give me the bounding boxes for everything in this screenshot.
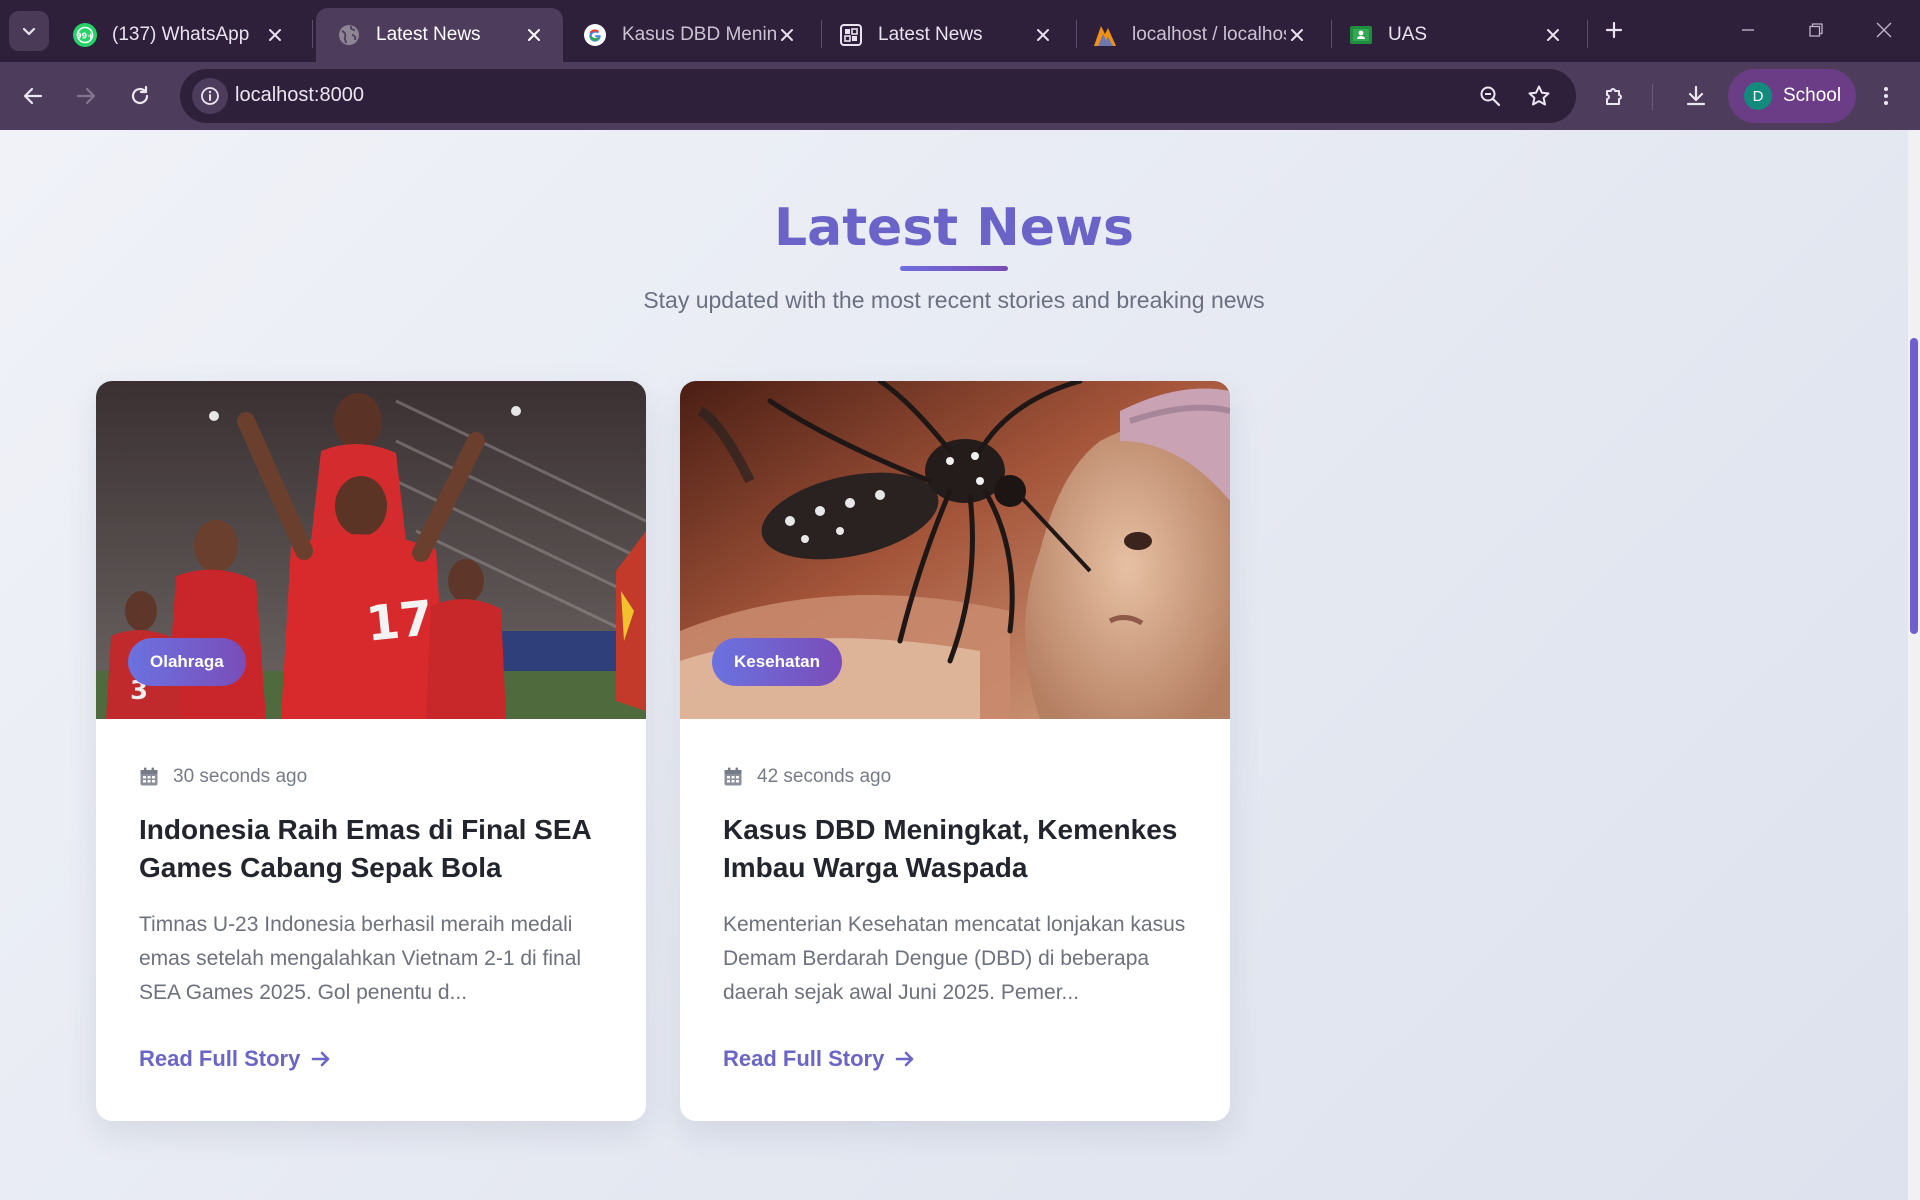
tab-title: Latest News (376, 24, 481, 45)
tab-title: localhost / localhost (1132, 24, 1286, 45)
close-icon[interactable] (523, 24, 545, 46)
restore-button[interactable] (1788, 8, 1844, 52)
svg-text:17: 17 (363, 590, 435, 653)
news-image-mosquito[interactable]: Kesehatan (680, 381, 1230, 719)
plus-icon (1605, 21, 1623, 39)
puzzle-icon (1606, 88, 1622, 105)
chevron-down-icon (22, 27, 36, 36)
page-title: Latest News (773, 198, 1135, 258)
close-icon[interactable] (1286, 24, 1308, 46)
tab-phpmyadmin[interactable]: localhost / localhost (1072, 8, 1326, 62)
more-vertical-icon (1884, 87, 1888, 105)
bookmark-button[interactable] (1519, 76, 1559, 116)
globe-icon (336, 22, 362, 48)
classroom-icon (1348, 22, 1374, 48)
whatsapp-icon: 99+ (72, 22, 98, 48)
tab-uas[interactable]: UAS (1328, 8, 1582, 62)
tab-title: (137) WhatsApp (112, 24, 250, 45)
reload-icon (131, 85, 149, 105)
arrow-right-icon (896, 1051, 914, 1067)
star-icon (1528, 85, 1550, 106)
page-scrollbar[interactable] (1908, 130, 1920, 1200)
tab-title: Latest News (878, 24, 983, 45)
close-icon[interactable] (776, 24, 798, 46)
news-image-football[interactable]: 17 3 Olahraga (96, 381, 646, 719)
tab-latest-news[interactable]: Latest News (818, 8, 1072, 62)
toolbar-divider (1652, 84, 1653, 110)
page-grid-icon (838, 22, 864, 48)
minimize-icon (1742, 29, 1754, 31)
extensions-button[interactable] (1595, 76, 1635, 116)
browser-toolbar: localhost:8000 D School (0, 62, 1920, 130)
arrow-right-icon (76, 87, 96, 105)
arrow-right-icon (312, 1051, 330, 1067)
article-excerpt: Kementerian Kesehatan mencatat lonjakan … (723, 913, 1186, 1004)
restore-icon (1809, 23, 1823, 37)
arrow-left-icon (23, 87, 43, 105)
calendar-icon (140, 767, 158, 786)
tab-google-search[interactable]: Kasus DBD Meningkat (562, 8, 816, 62)
article-title[interactable]: Indonesia Raih Emas di Final SEA Games C… (139, 811, 609, 887)
browser-menu-button[interactable] (1866, 76, 1906, 116)
address-text[interactable]: localhost:8000 (235, 84, 364, 107)
tab-divider (1587, 20, 1588, 48)
title-underline (900, 266, 1008, 271)
tab-search-button[interactable] (9, 11, 49, 51)
calendar-icon (724, 767, 742, 786)
read-full-story-link[interactable]: Read Full Story (723, 1046, 916, 1072)
reload-button[interactable] (120, 76, 160, 116)
tab-latest-news-active[interactable]: Latest News (316, 8, 563, 62)
profile-name: School (1783, 85, 1842, 106)
google-icon (582, 22, 608, 48)
info-icon (201, 87, 219, 105)
read-more-label: Read Full Story (139, 1046, 301, 1071)
forward-button[interactable] (66, 76, 106, 116)
category-badge[interactable]: Olahraga (128, 638, 246, 686)
site-info-button[interactable] (192, 78, 228, 114)
profile-button[interactable]: D School (1728, 69, 1856, 123)
close-icon[interactable] (1032, 24, 1054, 46)
tab-title: UAS (1388, 24, 1428, 45)
svg-text:99+: 99+ (76, 32, 94, 41)
phpmyadmin-icon (1092, 22, 1118, 48)
close-icon (1876, 22, 1892, 38)
page-viewport: Latest News Stay updated with the most r… (0, 130, 1908, 1200)
article-time: 30 seconds ago (173, 766, 308, 787)
new-tab-button[interactable] (1596, 12, 1632, 48)
close-icon[interactable] (264, 24, 286, 46)
tab-strip: 99+ (137) WhatsApp Latest News Kasus DBD… (0, 0, 1920, 62)
download-icon (1686, 85, 1706, 106)
article-meta: 30 seconds ago (139, 766, 307, 788)
downloads-button[interactable] (1676, 76, 1716, 116)
back-button[interactable] (13, 76, 53, 116)
minimize-button[interactable] (1720, 8, 1776, 52)
tab-title: Kasus DBD Meningkat (622, 24, 776, 45)
page-subtitle: Stay updated with the most recent storie… (643, 287, 1265, 313)
news-card[interactable]: 17 3 Olahraga 30 seconds ago Indonesia R… (96, 381, 646, 1121)
read-more-label: Read Full Story (723, 1046, 885, 1071)
article-title[interactable]: Kasus DBD Meningkat, Kemenkes Imbau Warg… (723, 811, 1193, 887)
article-excerpt: Timnas U-23 Indonesia berhasil meraih me… (139, 913, 582, 1004)
category-badge[interactable]: Kesehatan (712, 638, 842, 686)
article-time: 42 seconds ago (757, 766, 892, 787)
zoom-button[interactable] (1470, 76, 1510, 116)
address-bar[interactable]: localhost:8000 (180, 69, 1576, 123)
read-full-story-link[interactable]: Read Full Story (139, 1046, 332, 1072)
article-meta: 42 seconds ago (723, 766, 891, 788)
window-close-button[interactable] (1856, 8, 1912, 52)
scrollbar-thumb[interactable] (1910, 338, 1918, 634)
news-card[interactable]: Kesehatan 42 seconds ago Kasus DBD Menin… (680, 381, 1230, 1121)
close-icon[interactable] (1542, 24, 1564, 46)
avatar: D (1744, 82, 1772, 110)
tab-divider (312, 20, 313, 48)
zoom-icon (1480, 86, 1501, 107)
tab-whatsapp[interactable]: 99+ (137) WhatsApp (52, 8, 304, 62)
